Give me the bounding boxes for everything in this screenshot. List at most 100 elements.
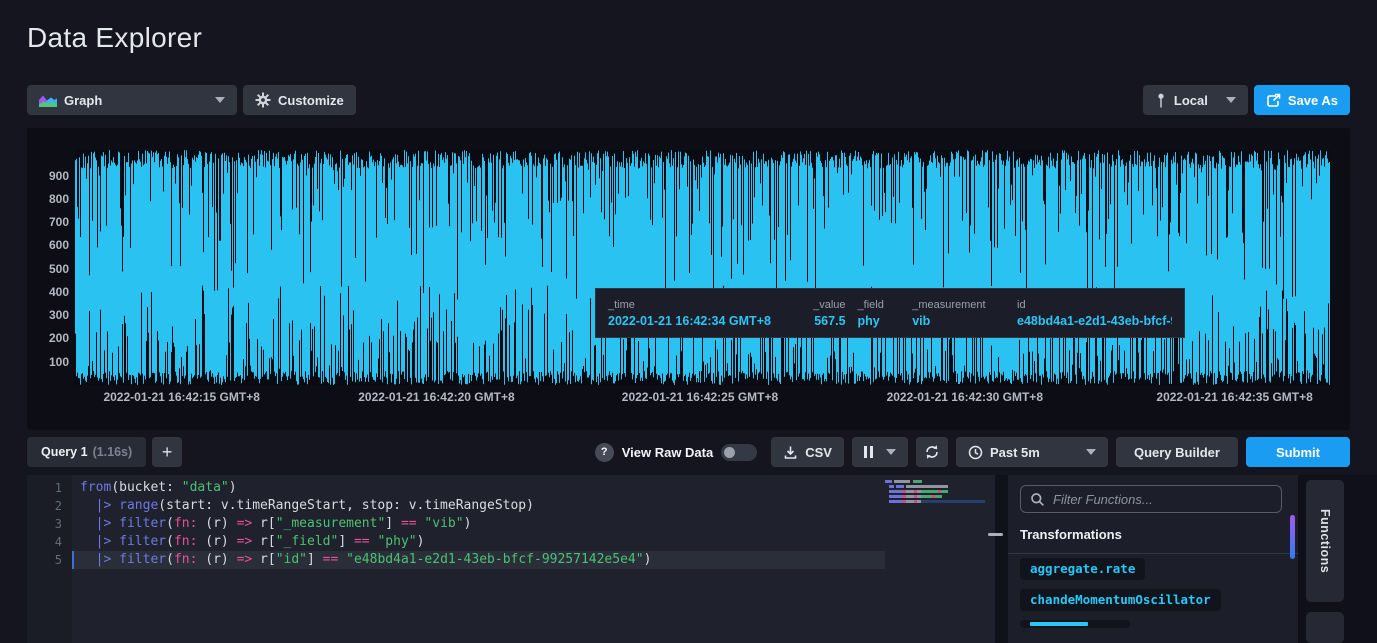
query-builder-button[interactable]: Query Builder (1116, 437, 1238, 467)
query-tab[interactable]: Query 1 (1.16s) (27, 437, 146, 467)
time-range-dropdown[interactable]: Past 5m (956, 437, 1108, 467)
function-list-scrollbar[interactable] (1290, 515, 1295, 559)
view-toolbar: Graph Customize (27, 85, 1350, 115)
tooltip-column: _value 567.5 (792, 299, 846, 328)
hover-tooltip: _time 2022-01-21 16:42:34 GMT+8 _value 56… (595, 288, 1185, 338)
code-area[interactable]: from(bucket: "data") |> range(start: v.t… (72, 475, 885, 643)
pane-divider[interactable] (995, 475, 1008, 643)
function-chip[interactable]: aggregate.rate (1020, 558, 1145, 580)
graph-panel: 100200300400500600700800900 2022-01-21 1… (27, 128, 1350, 430)
x-tick-label: 2022-01-21 16:42:20 GMT+8 (358, 390, 514, 404)
tab-partial[interactable] (1306, 612, 1344, 643)
clock-icon (968, 445, 983, 460)
query-action-buttons: CSV (771, 437, 1350, 467)
flux-code-editor[interactable]: 12345 from(bucket: "data") |> range(star… (27, 475, 995, 643)
code-line[interactable]: |> filter(fn: (r) => r["_field"] == "phy… (72, 533, 885, 551)
plot-area[interactable] (75, 150, 1330, 385)
tooltip-field-value: vib (912, 314, 1005, 328)
line-number: 1 (27, 479, 72, 497)
functions-panel: Transformations aggregate.rate chandeMome… (1008, 475, 1298, 643)
view-type-label: Graph (64, 93, 102, 108)
y-tick-label: 800 (49, 192, 69, 206)
x-tick-label: 2022-01-21 16:42:30 GMT+8 (887, 390, 1043, 404)
chevron-down-icon (215, 97, 225, 103)
function-search-box[interactable] (1020, 485, 1282, 513)
y-tick-label: 500 (49, 262, 69, 276)
pause-refresh-dropdown[interactable] (852, 437, 908, 467)
gear-icon (255, 92, 271, 108)
help-icon[interactable]: ? (595, 443, 614, 462)
line-number: 3 (27, 515, 72, 533)
submit-label: Submit (1276, 445, 1320, 460)
code-line[interactable]: |> filter(fn: (r) => r["id"] == "e48bd4a… (72, 551, 885, 569)
query-controls-bar: Query 1 (1.16s) + ? View Raw Data CSV (27, 437, 1350, 467)
tab-functions[interactable]: Functions (1306, 480, 1344, 602)
x-tick-label: 2022-01-21 16:42:25 GMT+8 (622, 390, 778, 404)
view-raw-data-label: View Raw Data (622, 445, 714, 460)
query-editor-section: 12345 from(bucket: "data") |> range(star… (27, 475, 1377, 643)
tooltip-field-label: id (1017, 299, 1172, 311)
y-tick-label: 300 (49, 308, 69, 322)
refresh-icon (924, 444, 940, 460)
code-line[interactable]: |> filter(fn: (r) => r["_measurement"] =… (72, 515, 885, 533)
minimap-row (885, 500, 991, 503)
section-divider (1008, 553, 1298, 554)
add-query-button[interactable]: + (152, 437, 182, 467)
line-number: 5 (27, 551, 72, 569)
code-line[interactable]: from(bucket: "data") (72, 479, 885, 497)
editor-minimap[interactable] (885, 475, 995, 643)
data-explorer-page: Data Explorer Graph (0, 0, 1377, 643)
minimap-row (885, 495, 991, 498)
line-number-gutter: 12345 (27, 475, 72, 643)
chevron-down-icon (1226, 97, 1236, 103)
tooltip-field-value: 2022-01-21 16:42:34 GMT+8 (608, 314, 780, 328)
raw-data-group: ? View Raw Data (595, 443, 758, 462)
function-chip-partial[interactable] (1020, 620, 1130, 628)
y-tick-label: 400 (49, 285, 69, 299)
x-tick-label: 2022-01-21 16:42:15 GMT+8 (103, 390, 259, 404)
tooltip-column: _measurement vib (912, 299, 1005, 328)
csv-label: CSV (805, 445, 832, 460)
toggle-knob (724, 447, 735, 458)
customize-label: Customize (278, 93, 344, 108)
tooltip-field-label: _measurement (912, 299, 1005, 311)
view-raw-data-toggle[interactable] (721, 444, 757, 461)
minimap-row (885, 490, 991, 493)
side-tab-strip: Functions (1298, 475, 1377, 643)
tooltip-field-value: e48bd4a1-e2d1-43eb-bfcf-992... (1017, 314, 1172, 328)
download-icon (783, 445, 798, 460)
submit-button[interactable]: Submit (1246, 437, 1350, 467)
tooltip-field-label: _time (608, 299, 780, 311)
chevron-down-icon (886, 449, 896, 455)
tooltip-column: _time 2022-01-21 16:42:34 GMT+8 (608, 299, 780, 328)
area-chart-icon (39, 94, 57, 107)
y-axis: 100200300400500600700800900 (27, 150, 71, 385)
chevron-down-icon (1086, 449, 1096, 455)
query-builder-label: Query Builder (1134, 445, 1220, 460)
pause-icon (864, 446, 873, 458)
x-axis: 2022-01-21 16:42:15 GMT+8 2022-01-21 16:4… (75, 390, 1330, 408)
line-number: 4 (27, 533, 72, 551)
minimap-row (885, 480, 991, 483)
customize-button[interactable]: Customize (243, 85, 356, 115)
function-chip[interactable]: chandeMomentumOscillator (1020, 589, 1221, 611)
download-csv-button[interactable]: CSV (771, 437, 844, 467)
code-line[interactable]: |> range(start: v.timeRangeStart, stop: … (72, 497, 885, 515)
functions-section-title: Transformations (1020, 527, 1290, 542)
view-type-dropdown[interactable]: Graph (27, 85, 237, 115)
tooltip-field-value: 567.5 (792, 314, 846, 328)
tooltip-column: id e48bd4a1-e2d1-43eb-bfcf-992... (1017, 299, 1172, 328)
page-title: Data Explorer (27, 22, 202, 54)
pane-resize-handle[interactable] (988, 533, 1003, 536)
y-tick-label: 100 (49, 355, 69, 369)
function-search-input[interactable] (1053, 492, 1272, 507)
minimap-row (885, 485, 991, 488)
tooltip-field-label: _field (858, 299, 901, 311)
export-icon (1266, 93, 1281, 108)
line-number: 2 (27, 497, 72, 515)
refresh-button[interactable] (916, 437, 948, 467)
write-target-dropdown[interactable]: Local (1143, 85, 1248, 115)
time-range-label: Past 5m (990, 445, 1040, 460)
save-as-button[interactable]: Save As (1254, 85, 1350, 115)
pin-icon (1155, 93, 1167, 108)
